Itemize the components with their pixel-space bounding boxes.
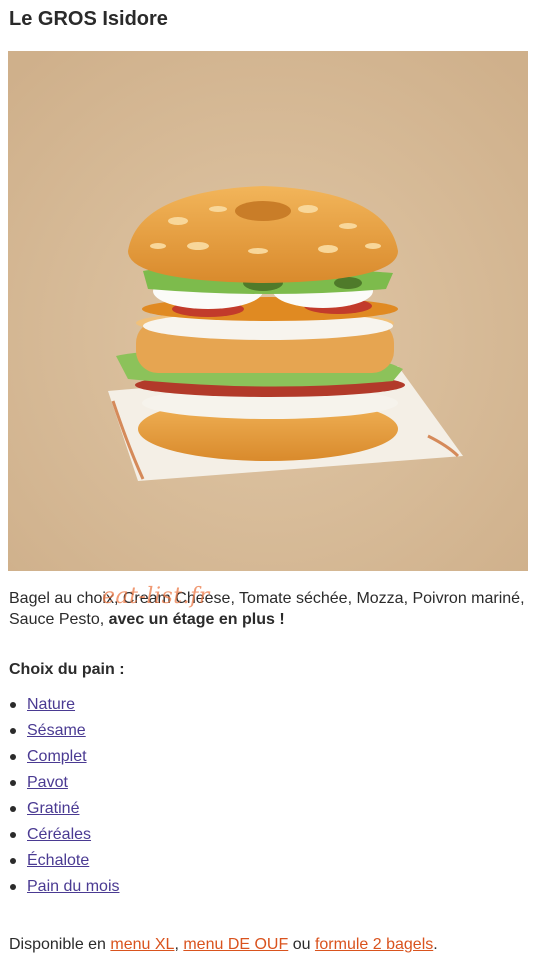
bread-choice-heading: Choix du pain : [9,661,125,678]
bagel-image [8,51,528,571]
separator-text: ou [288,936,315,953]
bullet-icon [10,780,16,786]
bread-option-link[interactable]: Échalote [27,852,89,870]
bullet-icon [10,858,16,864]
bullet-icon [10,754,16,760]
bread-option-link[interactable]: Sésame [27,722,86,740]
availability-prefix: Disponible en [9,936,111,953]
availability-suffix: . [433,936,438,953]
formule-2-bagels-link[interactable]: formule 2 bagels [315,936,433,953]
list-item: Gratiné [9,796,120,822]
bread-option-link[interactable]: Pavot [27,774,68,792]
list-item: Nature [9,692,120,718]
watermark: eat-list.fr [102,584,210,609]
product-description: Bagel au choix, Cream Cheese, Tomate séc… [9,588,529,630]
bread-option-link[interactable]: Céréales [27,826,91,844]
list-item: Pain du mois [9,874,120,900]
list-item: Échalote [9,848,120,874]
list-item: Pavot [9,770,120,796]
bread-option-link[interactable]: Nature [27,696,75,714]
bread-options-list: Nature Sésame Complet Pavot Gratiné Céré… [9,692,120,900]
separator-text: , [174,936,184,953]
availability-text: Disponible en menu XL, menu DE OUF ou fo… [9,936,438,954]
bullet-icon [10,728,16,734]
page-title: Le GROS Isidore [9,8,168,30]
list-item: Sésame [9,718,120,744]
list-item: Complet [9,744,120,770]
bullet-icon [10,702,16,708]
bullet-icon [10,832,16,838]
bread-option-link[interactable]: Complet [27,748,87,766]
bread-option-link[interactable]: Pain du mois [27,878,120,896]
menu-xl-link[interactable]: menu XL [110,936,174,953]
menu-de-ouf-link[interactable]: menu DE OUF [183,936,288,953]
bread-option-link[interactable]: Gratiné [27,800,79,818]
bullet-icon [10,806,16,812]
extra-layer-note: avec un étage en plus ! [108,611,285,628]
list-item: Céréales [9,822,120,848]
bullet-icon [10,884,16,890]
